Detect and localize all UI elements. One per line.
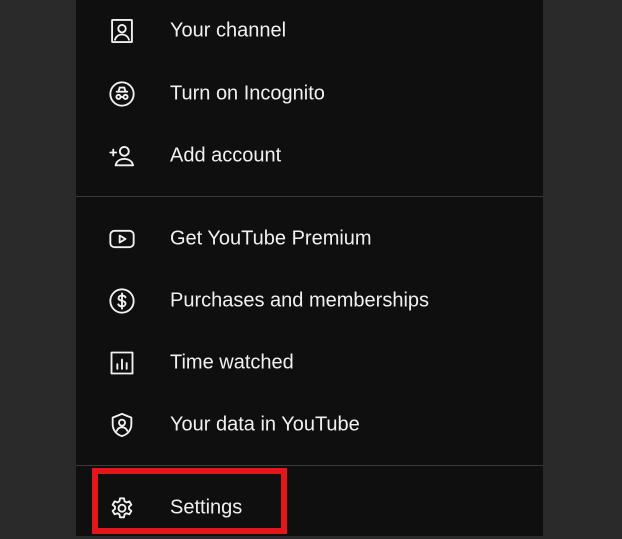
add-person-icon [106,140,138,172]
shield-person-icon [106,409,138,441]
account-menu-panel: Your channel Turn on Incognito Add accou [76,0,543,536]
account-box-icon [106,15,138,47]
menu-item-settings[interactable]: Settings [76,477,543,539]
incognito-icon [106,78,138,110]
menu-item-label: Add account [170,144,282,167]
menu-item-label: Turn on Incognito [170,82,325,105]
section-divider [76,465,543,466]
section-divider [76,196,543,197]
gear-icon [106,492,138,524]
dollar-circle-icon [106,285,138,317]
menu-item-label: Your channel [170,19,287,42]
menu-item-your-data[interactable]: Your data in YouTube [76,394,543,456]
bar-chart-icon [106,347,138,379]
menu-item-incognito[interactable]: Turn on Incognito [76,63,543,125]
menu-item-purchases[interactable]: Purchases and memberships [76,270,543,332]
menu-item-label: Purchases and memberships [170,289,430,312]
menu-item-label: Your data in YouTube [170,413,360,436]
youtube-play-icon [106,223,138,255]
menu-item-add-account[interactable]: Add account [76,125,543,187]
menu-item-label: Time watched [170,351,294,374]
menu-item-your-channel[interactable]: Your channel [76,0,543,62]
menu-item-time-watched[interactable]: Time watched [76,332,543,394]
menu-item-label: Get YouTube Premium [170,227,372,250]
menu-item-label: Settings [170,496,243,519]
menu-item-youtube-premium[interactable]: Get YouTube Premium [76,208,543,270]
